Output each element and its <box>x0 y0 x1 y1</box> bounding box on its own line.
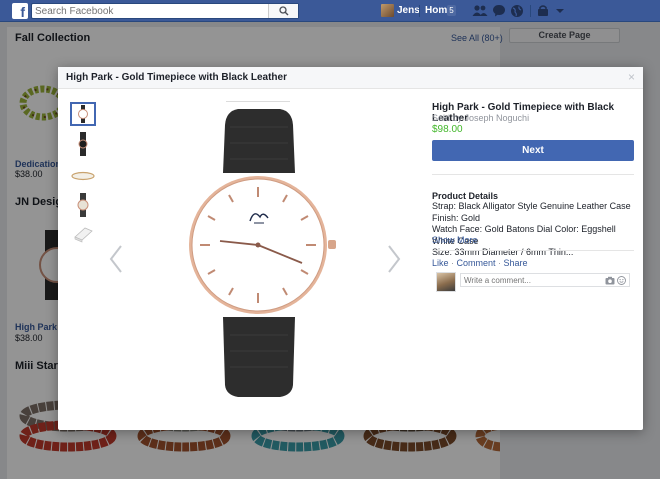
messages-icon[interactable] <box>492 4 506 17</box>
search-box[interactable] <box>31 3 299 19</box>
product-modal: High Park - Gold Timepiece with Black Le… <box>58 67 643 430</box>
chevron-right-icon[interactable] <box>386 244 402 274</box>
home-badge: 5 <box>447 5 456 16</box>
search-input[interactable] <box>35 5 265 18</box>
nav-divider <box>530 5 531 17</box>
comment-box[interactable] <box>460 273 630 287</box>
facebook-logo-icon[interactable]: f <box>12 3 28 19</box>
action-links: Like · Comment · Share <box>432 258 528 268</box>
comment-link[interactable]: Comment <box>457 258 496 268</box>
details-line: Strap: Black Alligator Style Genuine Lea… <box>432 201 631 223</box>
close-icon[interactable]: × <box>628 71 635 83</box>
thumbnail-2[interactable] <box>70 132 96 156</box>
comment-input[interactable] <box>464 275 594 286</box>
nav-divider <box>419 5 420 17</box>
thumbnail-4[interactable] <box>70 193 96 217</box>
show-more-link[interactable]: Show More <box>432 235 478 245</box>
divider <box>432 250 634 251</box>
modal-title: High Park - Gold Timepiece with Black Le… <box>66 72 287 83</box>
friends-icon[interactable] <box>472 4 488 17</box>
user-name-link[interactable]: Jens <box>397 5 420 16</box>
top-navigation-bar: f Jens Home 5 <box>0 0 660 22</box>
product-price: $98.00 <box>432 124 463 135</box>
smiley-icon[interactable] <box>617 276 626 285</box>
divider <box>432 174 634 175</box>
separator-dot: · <box>448 258 457 268</box>
commenter-avatar <box>436 272 456 292</box>
menu-icon[interactable] <box>555 4 565 17</box>
share-link[interactable]: Share <box>504 258 528 268</box>
details-line: Size: 33mm Diameter / 6mm Thin... <box>432 247 574 257</box>
separator-dot: · <box>495 258 504 268</box>
search-button[interactable] <box>268 4 298 18</box>
seller-text: Sold by Joseph Noguchi <box>432 113 530 123</box>
thumbnail-3[interactable] <box>70 164 96 188</box>
chevron-left-icon[interactable] <box>108 244 124 274</box>
camera-icon[interactable] <box>605 276 615 285</box>
globe-icon[interactable] <box>510 4 524 18</box>
lock-icon[interactable] <box>537 4 549 17</box>
thumbnail-5[interactable] <box>70 222 96 246</box>
like-link[interactable]: Like <box>432 258 449 268</box>
search-icon <box>279 6 289 16</box>
product-image <box>189 101 336 397</box>
user-avatar[interactable] <box>381 4 394 17</box>
thumbnail-1[interactable] <box>70 102 96 126</box>
modal-header: High Park - Gold Timepiece with Black Le… <box>58 67 643 89</box>
next-button[interactable]: Next <box>432 140 634 161</box>
product-details-heading: Product Details <box>432 191 499 201</box>
